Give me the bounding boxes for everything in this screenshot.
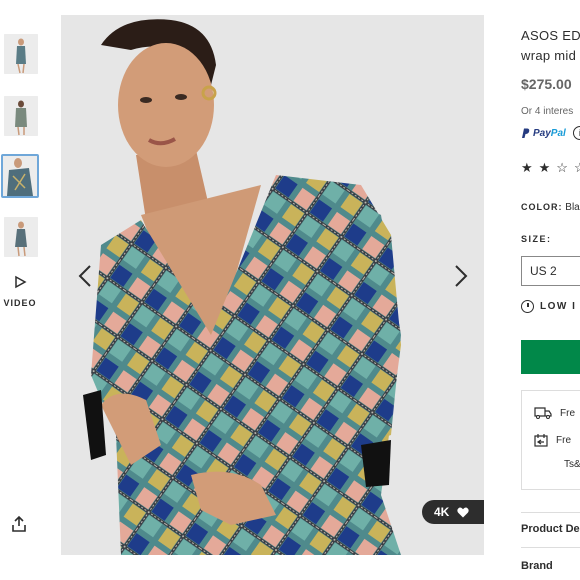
paypal-badge: Pay Pal i — [521, 126, 580, 140]
shipping-row-2: Fre — [534, 433, 571, 447]
share-icon[interactable] — [10, 515, 28, 533]
color-value: Bla — [565, 202, 580, 213]
thumbnail-2[interactable] — [3, 95, 39, 137]
low-stock-notice: LOW I — [521, 300, 576, 313]
info-icon[interactable]: i — [572, 126, 580, 140]
accordion-brand[interactable]: Brand — [521, 560, 553, 572]
divider — [521, 547, 580, 548]
truck-icon — [534, 407, 552, 419]
video-button[interactable]: VIDEO — [0, 275, 40, 308]
shipping-text-2: Fre — [556, 434, 571, 446]
divider — [521, 512, 580, 513]
product-title: ASOS ED wrap mid — [521, 26, 580, 66]
shipping-info-box: Fre Fre Ts& — [521, 390, 580, 490]
likes-count: 4K — [434, 505, 450, 519]
size-select[interactable]: US 2 — [521, 256, 580, 286]
product-title-line-2: wrap mid — [521, 48, 577, 63]
product-photo — [61, 15, 484, 555]
accordion-product-details[interactable]: Product De — [521, 523, 580, 535]
color-row: COLOR: Bla — [521, 202, 580, 213]
thumbnail-3-selected[interactable] — [1, 154, 39, 198]
clock-icon — [521, 300, 534, 313]
shipping-text-1: Fre — [560, 407, 575, 419]
rating-stars[interactable]: ★★☆☆ — [521, 160, 580, 176]
heart-icon — [457, 507, 469, 517]
previous-image-arrow[interactable] — [72, 262, 100, 290]
paypal-pal: Pal — [550, 127, 566, 139]
save-for-later-button[interactable]: 4K — [422, 500, 484, 524]
size-label: SIZE: — [521, 234, 552, 244]
product-info-panel: ASOS ED wrap mid $275.00 Or 4 interes Pa… — [521, 0, 580, 580]
terms-link[interactable]: Ts& — [564, 459, 580, 470]
installments-text: Or 4 interes — [521, 106, 574, 117]
paypal-icon — [522, 128, 530, 138]
paypal-pay: Pay — [533, 127, 551, 139]
thumbnail-4[interactable] — [3, 216, 39, 258]
thumbnail-1[interactable] — [3, 33, 39, 75]
product-title-line-1: ASOS ED — [521, 28, 580, 43]
product-price: $275.00 — [521, 76, 572, 92]
main-product-image[interactable] — [61, 15, 484, 555]
low-stock-text: LOW I — [540, 301, 577, 312]
next-image-arrow[interactable] — [446, 262, 474, 290]
shipping-row-1: Fre — [534, 407, 575, 419]
shipping-row-3: Ts& — [564, 459, 580, 470]
video-label: VIDEO — [3, 298, 37, 308]
returns-icon — [534, 434, 548, 447]
play-icon — [0, 275, 40, 292]
add-to-bag-button[interactable] — [521, 340, 580, 374]
color-label: COLOR: — [521, 202, 563, 212]
